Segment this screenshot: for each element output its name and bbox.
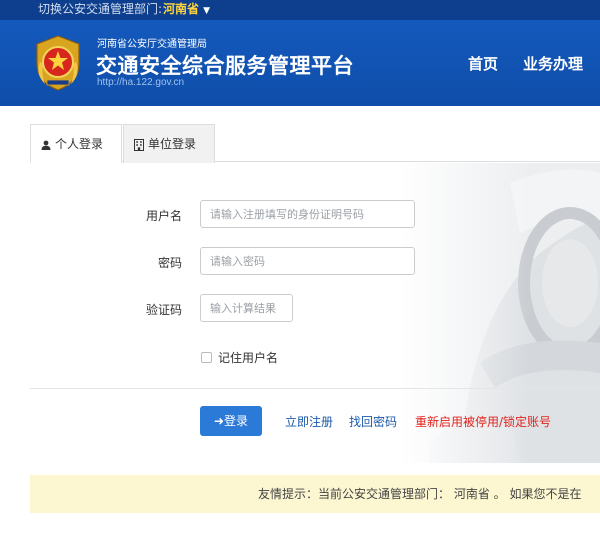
caret-down-icon[interactable]: ▼: [203, 6, 210, 16]
captcha-input[interactable]: [200, 294, 293, 322]
register-link[interactable]: 立即注册: [285, 413, 333, 430]
tab-personal-label: 个人登录: [55, 137, 104, 151]
remember-username-label: 记住用户名: [218, 351, 279, 365]
site-url: http://ha.122.gov.cn: [97, 77, 185, 88]
site-header: 河南省公安厅交通管理局 交通安全综合服务管理平台 http://ha.122.g…: [0, 20, 600, 106]
org-name: 河南省公安厅交通管理局: [97, 39, 207, 50]
login-tabs: 个人登录 单位登录: [30, 124, 600, 163]
login-button[interactable]: ➜登录: [200, 406, 262, 436]
username-input[interactable]: [200, 200, 415, 228]
building-icon: [134, 138, 144, 151]
police-emblem-icon: [36, 35, 80, 91]
nav-business[interactable]: 业务办理: [523, 53, 583, 74]
reactivate-account-link[interactable]: 重新启用被停用/锁定账号: [415, 413, 551, 430]
forgot-password-link[interactable]: 找回密码: [349, 413, 397, 430]
captcha-label: 验证码: [145, 303, 182, 317]
site-title: 交通安全综合服务管理平台: [96, 54, 354, 78]
nav-home[interactable]: 首页: [468, 53, 498, 74]
sign-in-icon: ➜: [213, 414, 225, 428]
department-switch-label: 切换公安交通管理部门:: [38, 2, 163, 16]
divider: [30, 388, 600, 389]
tab-personal-login[interactable]: 个人登录: [30, 124, 122, 163]
remember-username[interactable]: 记住用户名: [201, 349, 278, 366]
friendly-tip-bar: 友情提示：当前公安交通管理部门： 河南省 。 如果您不是在: [30, 475, 600, 513]
user-icon: [41, 140, 51, 150]
tab-unit-label: 单位登录: [148, 137, 197, 151]
password-input[interactable]: [200, 247, 415, 275]
department-switcher[interactable]: 切换公安交通管理部门:河南省 ▼: [0, 0, 600, 20]
password-label: 密码: [157, 256, 182, 270]
remember-username-checkbox[interactable]: [201, 352, 212, 363]
tab-unit-login[interactable]: 单位登录: [123, 124, 215, 163]
username-label: 用户名: [145, 209, 182, 223]
current-province[interactable]: 河南省: [163, 2, 199, 16]
login-button-label: 登录: [224, 414, 249, 428]
